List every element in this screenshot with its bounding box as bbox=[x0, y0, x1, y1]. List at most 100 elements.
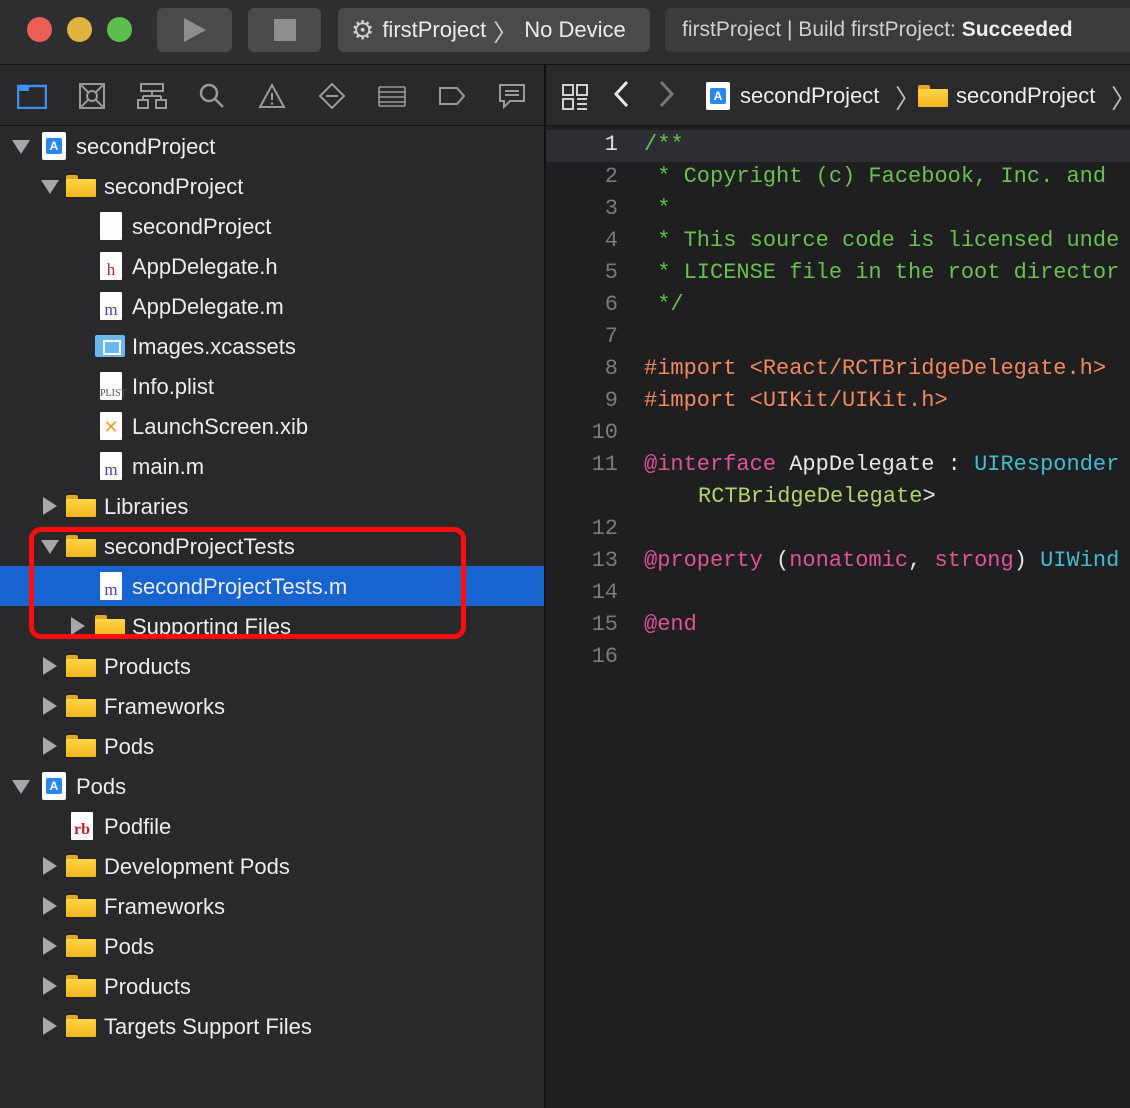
tree-item-secondproject-project[interactable]: secondProject bbox=[0, 126, 544, 166]
code-token: AppDelegate : bbox=[776, 452, 975, 477]
tree-item-appdelegate-h[interactable]: h AppDelegate.h bbox=[0, 246, 544, 286]
tree-item-development-pods[interactable]: Development Pods bbox=[0, 846, 544, 886]
current-line-highlight bbox=[546, 130, 1130, 162]
tree-item-pods-folder[interactable]: Pods bbox=[0, 726, 544, 766]
tree-item-pods-project[interactable]: Pods bbox=[0, 766, 544, 806]
disclosure-open-icon[interactable] bbox=[41, 180, 59, 194]
breakpoint-icon[interactable] bbox=[437, 81, 467, 111]
tree-item-launchscreen-xib[interactable]: ✕ LaunchScreen.xib bbox=[0, 406, 544, 446]
tree-item-pods-2[interactable]: Pods bbox=[0, 926, 544, 966]
scheme-project[interactable]: firstProject bbox=[382, 17, 486, 43]
code-token: UIWind bbox=[1040, 548, 1120, 573]
code-line-15: @end bbox=[644, 612, 697, 637]
tree-item-label: AppDelegate.h bbox=[132, 254, 278, 279]
tree-item-label: LaunchScreen.xib bbox=[132, 414, 309, 439]
disclosure-closed-icon[interactable] bbox=[43, 657, 57, 675]
highlight-annotation bbox=[29, 527, 466, 639]
line-number: 12 bbox=[591, 516, 618, 541]
tree-item-label: Frameworks bbox=[104, 894, 226, 919]
tree-item-secondproject-folder[interactable]: secondProject bbox=[0, 166, 544, 206]
code-line-8: #import <React/RCTBridgeDelegate.h> bbox=[644, 356, 1106, 381]
disclosure-closed-icon[interactable] bbox=[43, 697, 57, 715]
tree-item-info-plist[interactable]: PLIST Info.plist bbox=[0, 366, 544, 406]
tree-item-frameworks[interactable]: Frameworks bbox=[0, 686, 544, 726]
disclosure-closed-icon[interactable] bbox=[43, 497, 57, 515]
folder-icon bbox=[66, 895, 96, 917]
folder-icon[interactable] bbox=[17, 81, 47, 111]
disclosure-closed-icon[interactable] bbox=[43, 737, 57, 755]
line-number: 9 bbox=[604, 388, 618, 413]
test-icon[interactable] bbox=[317, 81, 347, 111]
related-items-icon[interactable] bbox=[562, 84, 588, 110]
close-window-button[interactable] bbox=[27, 17, 52, 42]
folder-icon bbox=[66, 495, 96, 517]
tree-item-label: secondProject bbox=[132, 214, 272, 239]
folder-icon bbox=[66, 735, 96, 757]
run-button[interactable] bbox=[157, 8, 232, 52]
tree-item-products-2[interactable]: Products bbox=[0, 966, 544, 1006]
disclosure-closed-icon[interactable] bbox=[43, 977, 57, 995]
disclosure-closed-icon[interactable] bbox=[43, 937, 57, 955]
line-number: 4 bbox=[604, 228, 618, 253]
code-token: UIResponder bbox=[974, 452, 1120, 477]
status-prefix: firstProject | Build firstProject: bbox=[682, 18, 962, 41]
tree-item-label: Pods bbox=[76, 774, 127, 799]
disclosure-closed-icon[interactable] bbox=[43, 857, 57, 875]
source-editor[interactable]: 1 2 3 4 5 6 7 8 9 10 11 12 13 14 15 16 /… bbox=[546, 126, 1130, 1108]
tree-item-label: Images.xcassets bbox=[132, 334, 296, 359]
tree-item-secondproject-file[interactable]: secondProject bbox=[0, 206, 544, 246]
code-line-13: @property (nonatomic, strong) UIWind bbox=[644, 548, 1119, 573]
debug-icon[interactable] bbox=[377, 81, 407, 111]
tree-item-frameworks-2[interactable]: Frameworks bbox=[0, 886, 544, 926]
tree-item-label: secondProject bbox=[76, 134, 216, 159]
jump-bar: secondProject 〉 secondProject 〉 bbox=[546, 65, 1130, 126]
code-token: > bbox=[922, 484, 936, 509]
disclosure-open-icon[interactable] bbox=[12, 780, 30, 794]
file-icon bbox=[100, 212, 122, 240]
line-number: 16 bbox=[591, 644, 618, 669]
warning-icon[interactable] bbox=[257, 81, 287, 111]
code-line-11-continued: RCTBridgeDelegate> bbox=[698, 484, 936, 509]
disclosure-open-icon[interactable] bbox=[12, 140, 30, 154]
tree-item-label: Targets Support Files bbox=[104, 1014, 312, 1039]
code-token: <UIKit/UIKit.h> bbox=[749, 388, 948, 413]
tree-item-label: Pods bbox=[104, 734, 155, 759]
code-line-6: */ bbox=[644, 292, 684, 317]
code-token: ( bbox=[762, 548, 790, 573]
folder-icon bbox=[66, 935, 96, 957]
tree-item-products[interactable]: Products bbox=[0, 646, 544, 686]
tree-item-images-xcassets[interactable]: Images.xcassets bbox=[0, 326, 544, 366]
folder-icon bbox=[66, 975, 96, 997]
minimize-window-button[interactable] bbox=[67, 17, 92, 42]
line-number: 5 bbox=[604, 260, 618, 285]
disclosure-closed-icon[interactable] bbox=[43, 1017, 57, 1035]
breadcrumb-folder[interactable]: secondProject bbox=[956, 83, 1095, 109]
disclosure-closed-icon[interactable] bbox=[43, 897, 57, 915]
navigator-tab-bar bbox=[0, 65, 544, 126]
search-icon[interactable] bbox=[197, 81, 227, 111]
tree-item-appdelegate-m[interactable]: m AppDelegate.m bbox=[0, 286, 544, 326]
tree-item-main-m[interactable]: m main.m bbox=[0, 446, 544, 486]
line-number: 13 bbox=[591, 548, 618, 573]
activity-status: firstProject | Build firstProject: Succe… bbox=[665, 8, 1130, 52]
source-control-icon[interactable] bbox=[77, 81, 107, 111]
back-arrow-icon[interactable] bbox=[612, 79, 630, 117]
tree-item-targets-support-files[interactable]: Targets Support Files bbox=[0, 1006, 544, 1046]
tree-item-libraries[interactable]: Libraries bbox=[0, 486, 544, 526]
report-icon[interactable] bbox=[497, 81, 527, 111]
scheme-device[interactable]: No Device bbox=[524, 17, 625, 43]
xcode-project-icon bbox=[42, 132, 66, 160]
tree-item-label: Products bbox=[104, 974, 191, 999]
code-token: RCTBridgeDelegate bbox=[698, 484, 923, 509]
stop-button[interactable] bbox=[248, 8, 321, 52]
zoom-window-button[interactable] bbox=[107, 17, 132, 42]
hierarchy-icon[interactable] bbox=[137, 81, 167, 111]
breadcrumb-project[interactable]: secondProject bbox=[740, 83, 879, 109]
code-line-3: * bbox=[644, 196, 671, 221]
code-line-9: #import <UIKit/UIKit.h> bbox=[644, 388, 948, 413]
code-line-5: * LICENSE file in the root director bbox=[644, 260, 1120, 285]
scheme-selector[interactable]: ⚙ firstProject 〉 No Device bbox=[338, 8, 650, 52]
tree-item-podfile[interactable]: rb Podfile bbox=[0, 806, 544, 846]
folder-icon bbox=[66, 655, 96, 677]
forward-arrow-icon[interactable] bbox=[658, 79, 676, 117]
